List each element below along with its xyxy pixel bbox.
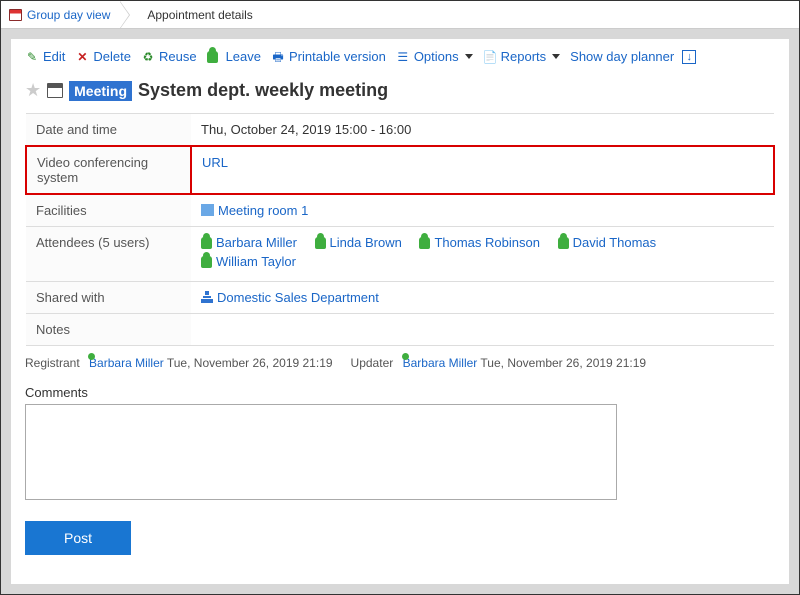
user-icon bbox=[201, 256, 212, 268]
row-facilities: Facilities Meeting room 1 bbox=[26, 194, 774, 227]
reports-button[interactable]: 📄 Reports bbox=[483, 49, 561, 64]
video-conferencing-url-link[interactable]: URL bbox=[202, 155, 228, 170]
delete-label: Delete bbox=[93, 49, 131, 64]
title-row: ★ Meeting System dept. weekly meeting bbox=[25, 80, 775, 101]
row-shared-with: Shared with Domestic Sales Department bbox=[26, 282, 774, 314]
calendar-icon bbox=[9, 9, 22, 21]
chevron-down-icon bbox=[552, 54, 560, 59]
registrant-label: Registrant bbox=[25, 356, 80, 370]
edit-button[interactable]: ✎ Edit bbox=[25, 49, 65, 64]
show-day-planner-label: Show day planner bbox=[570, 49, 674, 64]
breadcrumb: Group day view Appointment details bbox=[1, 1, 799, 29]
registrant-block: Registrant Barbara Miller Tue, November … bbox=[25, 356, 333, 371]
download-icon: ↓ bbox=[682, 50, 696, 64]
label-attendees: Attendees (5 users) bbox=[26, 227, 191, 282]
org-icon bbox=[201, 291, 213, 303]
value-shared-with: Domestic Sales Department bbox=[191, 282, 774, 314]
options-button[interactable]: ☰ Options bbox=[396, 49, 473, 64]
options-icon: ☰ bbox=[396, 50, 410, 64]
updater-time: Tue, November 26, 2019 21:19 bbox=[480, 356, 646, 370]
leave-icon bbox=[207, 51, 218, 63]
appointment-type-badge: Meeting bbox=[69, 81, 132, 101]
row-notes: Notes bbox=[26, 314, 774, 346]
edit-icon: ✎ bbox=[25, 50, 39, 64]
comments-label: Comments bbox=[25, 385, 775, 400]
breadcrumb-current: Appointment details bbox=[129, 1, 262, 28]
attendee-link[interactable]: Thomas Robinson bbox=[419, 235, 540, 250]
row-datetime: Date and time Thu, October 24, 2019 15:0… bbox=[26, 114, 774, 147]
show-day-planner-button[interactable]: Show day planner ↓ bbox=[570, 49, 696, 64]
breadcrumb-back[interactable]: Group day view bbox=[1, 1, 120, 28]
print-icon: 🖶 bbox=[271, 50, 285, 64]
options-label: Options bbox=[414, 49, 459, 64]
attendee-link[interactable]: David Thomas bbox=[558, 235, 657, 250]
toolbar: ✎ Edit ✕ Delete ♻ Reuse Leave 🖶 Prin bbox=[25, 49, 775, 64]
updater-block: Updater Barbara Miller Tue, November 26,… bbox=[351, 356, 647, 371]
user-icon bbox=[558, 237, 569, 249]
detail-table: Date and time Thu, October 24, 2019 15:0… bbox=[25, 113, 775, 346]
value-notes bbox=[191, 314, 774, 346]
favorite-star-icon[interactable]: ★ bbox=[25, 80, 41, 101]
updater-label: Updater bbox=[351, 356, 394, 370]
detail-panel: ✎ Edit ✕ Delete ♻ Reuse Leave 🖶 Prin bbox=[11, 39, 789, 584]
reports-icon: 📄 bbox=[483, 50, 497, 64]
breadcrumb-current-label: Appointment details bbox=[147, 8, 252, 22]
user-icon bbox=[201, 237, 212, 249]
facility-link[interactable]: Meeting room 1 bbox=[218, 203, 308, 218]
print-label: Printable version bbox=[289, 49, 386, 64]
label-datetime: Date and time bbox=[26, 114, 191, 147]
value-attendees: Barbara Miller Linda Brown Thomas Robins… bbox=[191, 227, 774, 282]
label-video-conferencing: Video conferencing system bbox=[26, 146, 191, 194]
value-facilities: Meeting room 1 bbox=[191, 194, 774, 227]
leave-button[interactable]: Leave bbox=[207, 49, 261, 64]
post-button[interactable]: Post bbox=[25, 521, 131, 555]
leave-label: Leave bbox=[226, 49, 261, 64]
value-video-conferencing: URL bbox=[191, 146, 774, 194]
registrant-user-link[interactable]: Barbara Miller bbox=[89, 356, 164, 370]
delete-icon: ✕ bbox=[75, 50, 89, 64]
room-icon bbox=[201, 204, 214, 216]
shared-with-link[interactable]: Domestic Sales Department bbox=[217, 290, 379, 305]
user-icon bbox=[315, 237, 326, 249]
delete-button[interactable]: ✕ Delete bbox=[75, 49, 131, 64]
comments-input[interactable] bbox=[25, 404, 617, 500]
row-attendees: Attendees (5 users) Barbara Miller Linda… bbox=[26, 227, 774, 282]
appointment-title: System dept. weekly meeting bbox=[138, 80, 388, 101]
reuse-label: Reuse bbox=[159, 49, 197, 64]
attendee-link[interactable]: William Taylor bbox=[201, 254, 296, 269]
label-shared-with: Shared with bbox=[26, 282, 191, 314]
reuse-icon: ♻ bbox=[141, 50, 155, 64]
user-icon bbox=[419, 237, 430, 249]
row-video-conferencing: Video conferencing system URL bbox=[26, 146, 774, 194]
content-backdrop: ✎ Edit ✕ Delete ♻ Reuse Leave 🖶 Prin bbox=[1, 29, 799, 594]
chevron-down-icon bbox=[465, 54, 473, 59]
app-window: Group day view Appointment details ✎ Edi… bbox=[0, 0, 800, 595]
edit-label: Edit bbox=[43, 49, 65, 64]
registrant-time: Tue, November 26, 2019 21:19 bbox=[167, 356, 333, 370]
value-datetime: Thu, October 24, 2019 15:00 - 16:00 bbox=[191, 114, 774, 147]
print-button[interactable]: 🖶 Printable version bbox=[271, 49, 386, 64]
reuse-button[interactable]: ♻ Reuse bbox=[141, 49, 197, 64]
attendee-link[interactable]: Barbara Miller bbox=[201, 235, 297, 250]
updater-user-link[interactable]: Barbara Miller bbox=[403, 356, 478, 370]
reports-label: Reports bbox=[501, 49, 547, 64]
attendee-link[interactable]: Linda Brown bbox=[315, 235, 402, 250]
breadcrumb-back-label: Group day view bbox=[27, 8, 110, 22]
meta-row: Registrant Barbara Miller Tue, November … bbox=[25, 356, 775, 371]
label-facilities: Facilities bbox=[26, 194, 191, 227]
label-notes: Notes bbox=[26, 314, 191, 346]
calendar-icon bbox=[47, 83, 63, 98]
